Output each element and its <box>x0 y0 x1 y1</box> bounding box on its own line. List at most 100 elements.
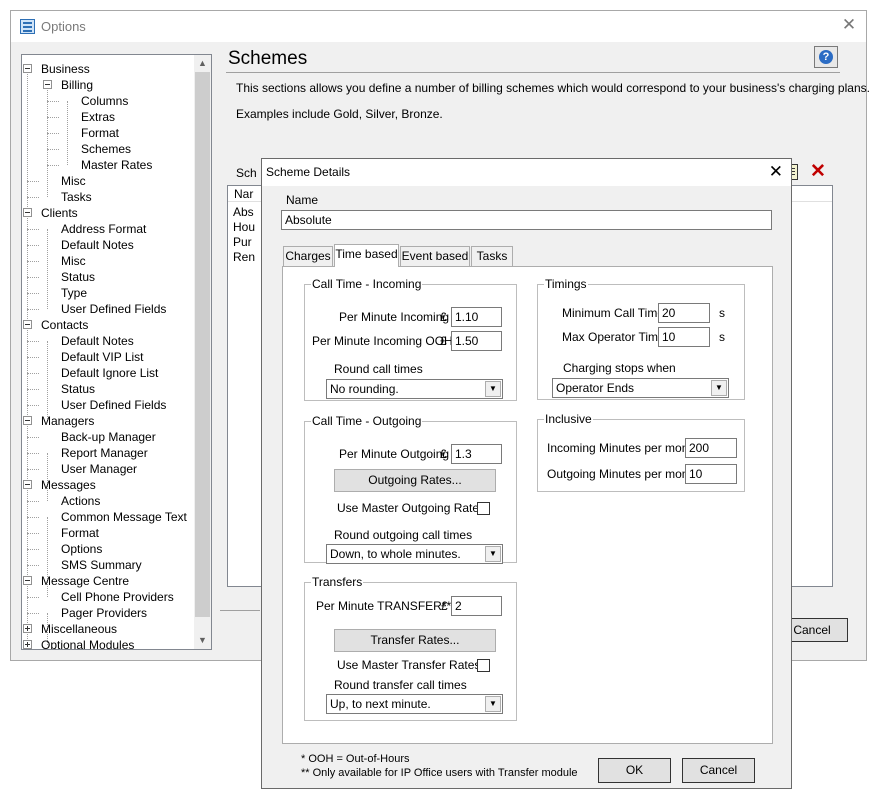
use-master-outgoing-checkbox[interactable] <box>477 502 490 515</box>
outgoing-minutes-field[interactable]: 10 <box>685 464 737 484</box>
tree-item[interactable]: User Defined Fields <box>61 301 166 317</box>
per-minute-incoming-ooh-field[interactable]: 1.50 <box>451 331 502 351</box>
inclusive-group-title: Inclusive <box>544 412 593 426</box>
tab-charges[interactable]: Charges <box>283 246 333 266</box>
tab-tasks[interactable]: Tasks <box>471 246 513 266</box>
max-operator-time-field[interactable]: 10 <box>658 327 710 347</box>
tree-item[interactable]: Managers <box>41 413 94 429</box>
tree-collapse-icon[interactable] <box>23 416 32 425</box>
tab-time-based[interactable]: Time based <box>334 244 399 267</box>
per-minute-incoming-ooh-label: Per Minute Incoming OOH <box>312 334 453 348</box>
tree-item[interactable]: Miscellaneous <box>41 621 117 637</box>
tree-item[interactable]: Address Format <box>61 221 146 237</box>
delete-icon[interactable]: ✕ <box>810 160 826 183</box>
options-tree[interactable]: Business Billing Columns Extras Format Scheme… <box>21 54 212 650</box>
tab-event-based[interactable]: Event based <box>400 246 470 266</box>
use-master-transfer-checkbox[interactable] <box>477 659 490 672</box>
tree-collapse-icon[interactable] <box>23 480 32 489</box>
footnote-ooh: * OOH = Out-of-Hours <box>301 753 410 765</box>
round-outgoing-select[interactable]: Down, to whole minutes. ▼ <box>326 544 503 564</box>
help-button[interactable]: ? <box>814 46 838 68</box>
name-field[interactable]: Absolute <box>281 210 772 230</box>
per-minute-transfer-field[interactable]: 2 <box>451 596 502 616</box>
tree-item[interactable]: Schemes <box>81 141 131 157</box>
list-item[interactable]: Abs <box>233 205 254 219</box>
tree-item[interactable]: Status <box>61 381 95 397</box>
page-title: Schemes <box>228 48 308 69</box>
list-item[interactable]: Ren <box>233 250 255 264</box>
tree-item[interactable]: Misc <box>61 253 86 269</box>
tree-item[interactable]: Tasks <box>61 189 92 205</box>
tree-item[interactable]: Extras <box>81 109 115 125</box>
round-call-times-select[interactable]: No rounding. ▼ <box>326 379 503 399</box>
incoming-minutes-field[interactable]: 200 <box>685 438 737 458</box>
tree-item[interactable]: Default Notes <box>61 333 134 349</box>
tree-item[interactable]: Pager Providers <box>61 605 147 621</box>
tree-item[interactable]: Misc <box>61 173 86 189</box>
use-master-outgoing-label: Use Master Outgoing Rates <box>337 501 486 515</box>
min-call-time-field[interactable]: 20 <box>658 303 710 323</box>
tree-item[interactable]: Contacts <box>41 317 88 333</box>
list-item[interactable]: Pur <box>233 235 252 249</box>
ok-button[interactable]: OK <box>598 758 671 783</box>
scroll-up-icon[interactable]: ▲ <box>194 55 211 72</box>
tree-item[interactable]: User Manager <box>61 461 137 477</box>
tree-scrollbar[interactable]: ▲ ▼ <box>194 55 211 649</box>
close-icon[interactable]: ✕ <box>840 16 858 34</box>
chevron-down-icon[interactable]: ▼ <box>711 380 727 396</box>
chevron-down-icon[interactable]: ▼ <box>485 696 501 712</box>
per-minute-outgoing-field[interactable]: 1.3 <box>451 444 502 464</box>
tree-connector <box>47 165 59 166</box>
tree-item[interactable]: Report Manager <box>61 445 148 461</box>
tree-item[interactable]: Default VIP List <box>61 349 144 365</box>
tree-item[interactable]: Format <box>81 125 119 141</box>
chevron-down-icon[interactable]: ▼ <box>485 381 501 397</box>
tree-item[interactable]: Format <box>61 525 99 541</box>
tree-collapse-icon[interactable] <box>23 320 32 329</box>
tree-collapse-icon[interactable] <box>23 64 32 73</box>
tree-item[interactable]: Default Ignore List <box>61 365 158 381</box>
dialog-close-icon[interactable]: ✕ <box>769 162 783 182</box>
tree-item[interactable]: Clients <box>41 205 78 221</box>
round-transfer-value: Up, to next minute. <box>330 697 431 711</box>
tree-item[interactable]: Business <box>41 61 90 77</box>
tree-expand-icon[interactable] <box>23 624 32 633</box>
tree-item[interactable]: Actions <box>61 493 100 509</box>
currency-label: £ <box>440 310 447 324</box>
tree-item[interactable]: Type <box>61 285 87 301</box>
tree-connector <box>27 229 39 230</box>
transfer-rates-button[interactable]: Transfer Rates... <box>334 629 496 652</box>
tree-item[interactable]: Back-up Manager <box>61 429 156 445</box>
tree-expand-icon[interactable] <box>23 640 32 649</box>
min-call-time-label: Minimum Call Time <box>562 306 665 320</box>
scroll-thumb[interactable] <box>195 72 210 617</box>
charging-stops-select[interactable]: Operator Ends ▼ <box>552 378 729 398</box>
tree-item[interactable]: Options <box>61 541 102 557</box>
tree-item[interactable]: Columns <box>81 93 128 109</box>
tree-item[interactable]: Common Message Text <box>61 509 187 525</box>
per-minute-incoming-field[interactable]: 1.10 <box>451 307 502 327</box>
max-operator-time-label: Max Operator Time <box>562 330 665 344</box>
tree-collapse-icon[interactable] <box>23 576 32 585</box>
list-item[interactable]: Hou <box>233 220 255 234</box>
chevron-down-icon[interactable]: ▼ <box>485 546 501 562</box>
round-transfer-select[interactable]: Up, to next minute. ▼ <box>326 694 503 714</box>
cancel-button[interactable]: Cancel <box>682 758 755 783</box>
tree-item[interactable]: Master Rates <box>81 157 152 173</box>
tree-item[interactable]: SMS Summary <box>61 557 142 573</box>
tree-item[interactable]: Message Centre <box>41 573 129 589</box>
tree-collapse-icon[interactable] <box>23 208 32 217</box>
tree-item[interactable]: Default Notes <box>61 237 134 253</box>
tree-item[interactable]: Billing <box>61 77 93 93</box>
tree-item[interactable]: Cell Phone Providers <box>61 589 174 605</box>
currency-label: £ <box>440 334 447 348</box>
scroll-down-icon[interactable]: ▼ <box>194 632 211 649</box>
timings-group: Timings Minimum Call Time 20 s Max Opera… <box>537 277 745 400</box>
tree-item[interactable]: Status <box>61 269 95 285</box>
tree-item[interactable]: User Defined Fields <box>61 397 166 413</box>
title-divider <box>226 72 840 73</box>
tree-item[interactable]: Messages <box>41 477 96 493</box>
tree-collapse-icon[interactable] <box>43 80 52 89</box>
tree-item[interactable]: Optional Modules <box>41 637 134 649</box>
outgoing-rates-button[interactable]: Outgoing Rates... <box>334 469 496 492</box>
